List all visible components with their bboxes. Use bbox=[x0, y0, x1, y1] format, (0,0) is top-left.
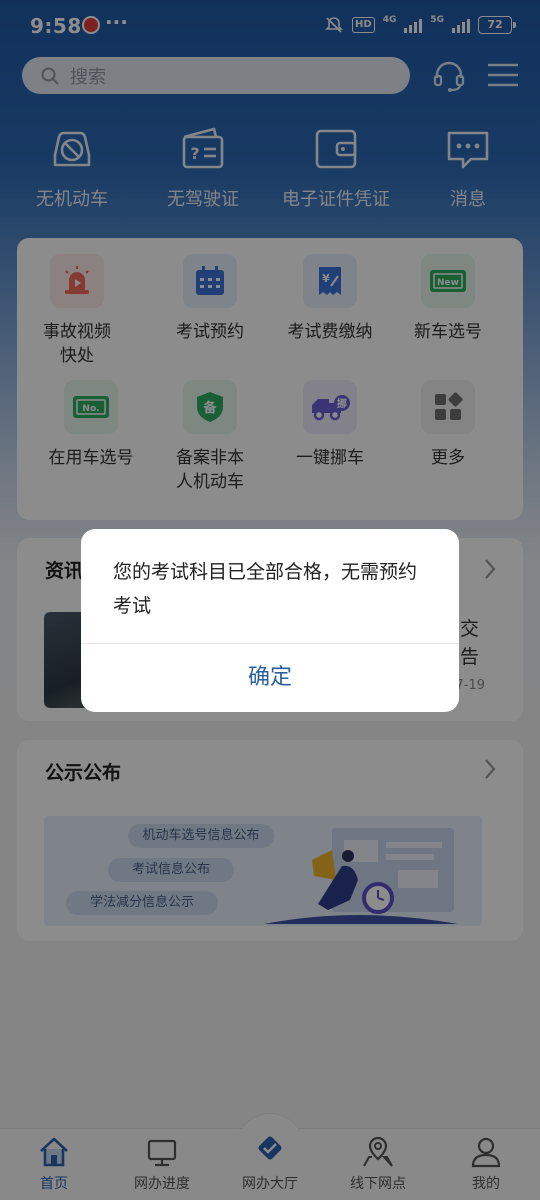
app-page: 9:58 ··· HD 4G 5G 72 搜索 无机动车 ? 无驾驶证 电子证件… bbox=[0, 0, 540, 1200]
dialog-message: 您的考试科目已全部合格，无需预约考试 bbox=[113, 561, 418, 617]
confirm-button[interactable]: 确定 bbox=[81, 644, 459, 712]
exam-status-dialog: 您的考试科目已全部合格，无需预约考试 确定 bbox=[81, 529, 459, 712]
